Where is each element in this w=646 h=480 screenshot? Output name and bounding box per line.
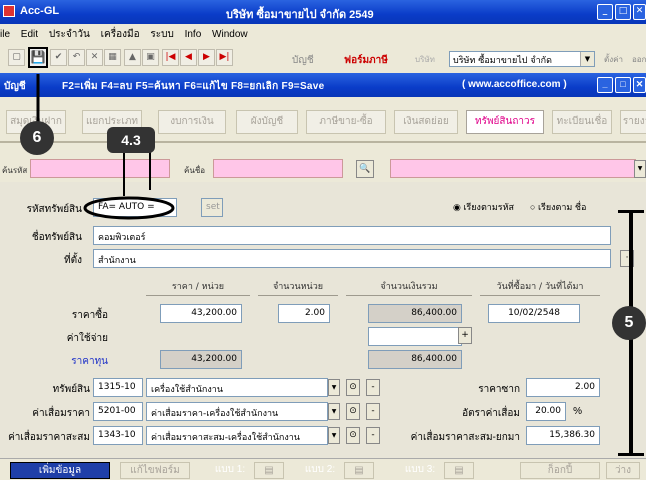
annotation-lines xyxy=(36,74,175,220)
range-marker-top xyxy=(618,210,644,213)
range-marker-bottom xyxy=(618,453,644,456)
callout-5: 5 xyxy=(612,306,646,340)
app-window: Acc-GL บริษัท ซื้อมาขายไป จำกัด 2549 _ □… xyxy=(0,0,646,480)
callout-6: 6 xyxy=(20,121,54,155)
callout-4-3: 4.3 xyxy=(107,127,155,153)
